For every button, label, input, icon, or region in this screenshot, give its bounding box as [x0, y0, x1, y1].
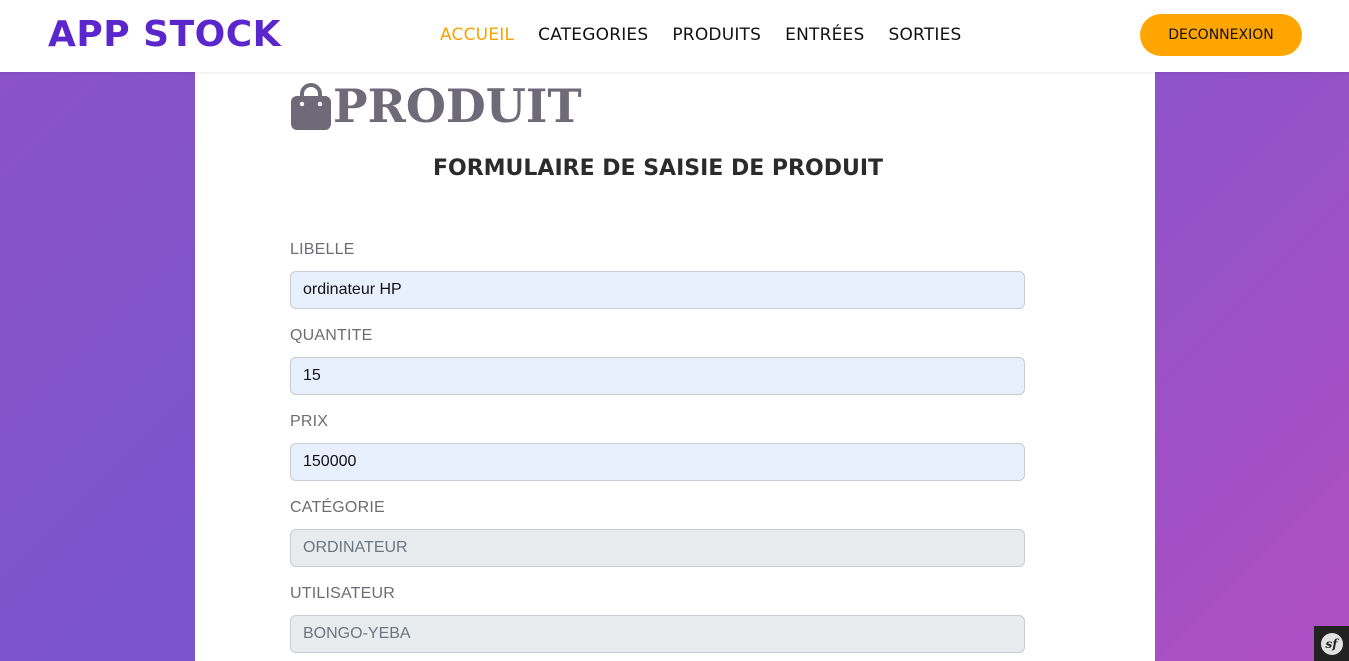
brand-logo[interactable]: APP STOCK [48, 13, 281, 57]
page-heading: PRODUIT [290, 80, 582, 132]
top-navbar: APP STOCK ACCUEIL CATEGORIES PRODUITS EN… [0, 0, 1349, 72]
content-card: PRODUIT FORMULAIRE DE SAISIE DE PRODUIT … [195, 72, 1155, 661]
quantite-input[interactable] [290, 357, 1025, 395]
field-libelle: LIBELLE [290, 240, 1025, 326]
nav-item-categories[interactable]: CATEGORIES [538, 22, 648, 48]
field-quantite: QUANTITE [290, 326, 1025, 412]
quantite-label: QUANTITE [290, 327, 373, 344]
prix-label: PRIX [290, 413, 329, 430]
utilisateur-select [290, 615, 1025, 653]
symfony-toolbar-toggle[interactable]: sf [1314, 626, 1349, 661]
nav-item-sorties[interactable]: SORTIES [888, 22, 961, 48]
utilisateur-label: UTILISATEUR [290, 585, 396, 602]
field-prix: PRIX [290, 412, 1025, 498]
field-categorie: CATÉGORIE [290, 498, 1025, 584]
prix-input[interactable] [290, 443, 1025, 481]
logout-button[interactable]: DECONNEXION [1140, 14, 1302, 56]
page-title: PRODUIT [333, 79, 582, 133]
nav-item-produits[interactable]: PRODUITS [672, 22, 761, 48]
product-form: LIBELLE QUANTITE PRIX CATÉGORIE UTILISAT… [290, 240, 1025, 661]
nav-item-accueil[interactable]: ACCUEIL [440, 22, 514, 48]
main-nav: ACCUEIL CATEGORIES PRODUITS ENTRÉES SORT… [428, 22, 974, 48]
field-utilisateur: UTILISATEUR [290, 584, 1025, 661]
form-title: FORMULAIRE DE SAISIE DE PRODUIT [432, 156, 884, 181]
nav-item-entrees[interactable]: ENTRÉES [785, 22, 864, 48]
symfony-icon: sf [1320, 632, 1343, 655]
categorie-select [290, 529, 1025, 567]
shopping-bag-icon [290, 82, 332, 130]
libelle-label: LIBELLE [290, 241, 355, 258]
libelle-input[interactable] [290, 271, 1025, 309]
categorie-label: CATÉGORIE [290, 499, 385, 516]
